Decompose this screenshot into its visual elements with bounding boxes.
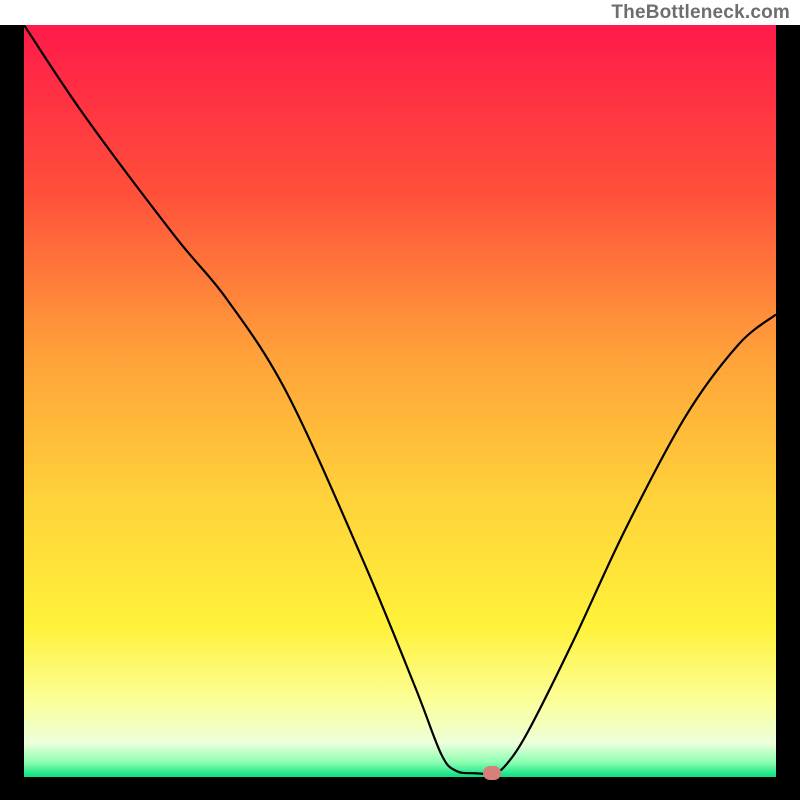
site-watermark: TheBottleneck.com — [0, 0, 800, 25]
plot-area — [24, 25, 776, 777]
site-watermark-text: TheBottleneck.com — [611, 2, 790, 23]
plot-svg — [24, 25, 776, 777]
optimal-point-marker — [483, 766, 501, 780]
chart-container: TheBottleneck.com — [0, 0, 800, 800]
gradient-background — [24, 25, 776, 777]
